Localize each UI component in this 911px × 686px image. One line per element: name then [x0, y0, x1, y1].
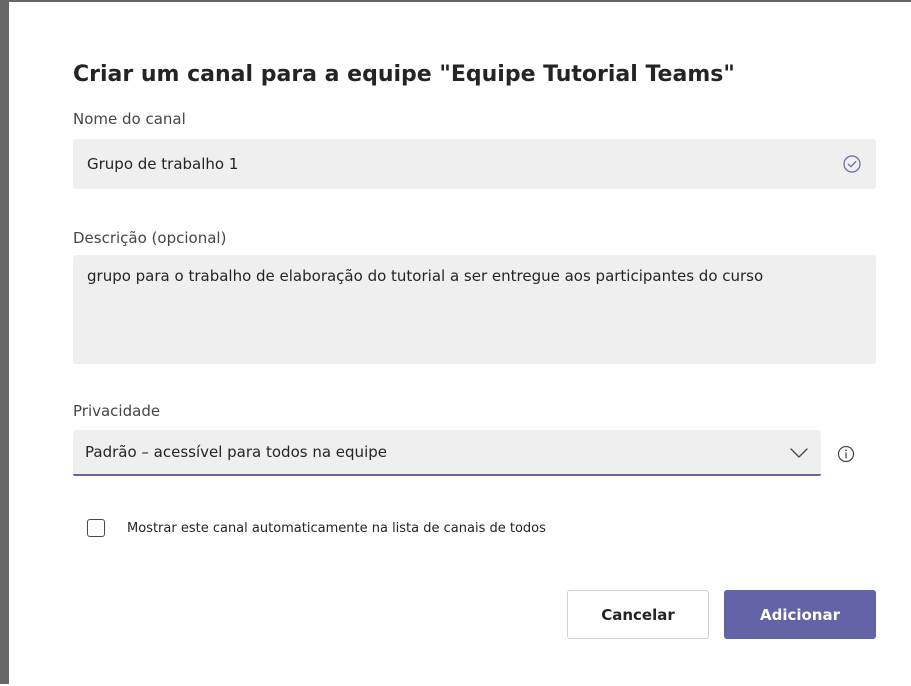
auto-show-label: Mostrar este canal automaticamente na li… — [127, 520, 546, 536]
channel-name-label: Nome do canal — [73, 110, 186, 128]
auto-show-option[interactable]: Mostrar este canal automaticamente na li… — [87, 519, 546, 537]
info-icon[interactable] — [837, 445, 855, 463]
privacy-selected-value: Padrão – acessível para todos na equipe — [85, 443, 387, 461]
create-channel-dialog: Criar um canal para a equipe "Equipe Tut… — [18, 4, 911, 686]
privacy-label: Privacidade — [73, 402, 161, 420]
cancel-button[interactable]: Cancelar — [567, 590, 709, 639]
add-button[interactable]: Adicionar — [724, 590, 876, 639]
channel-name-value: Grupo de trabalho 1 — [87, 155, 239, 173]
description-textarea[interactable]: grupo para o trabalho de elaboração do t… — [73, 255, 876, 364]
dialog-title: Criar um canal para a equipe "Equipe Tut… — [73, 62, 735, 87]
privacy-dropdown[interactable]: Padrão – acessível para todos na equipe — [73, 430, 821, 476]
channel-name-input[interactable]: Grupo de trabalho 1 — [73, 139, 876, 189]
window-frame: Criar um canal para a equipe "Equipe Tut… — [0, 0, 911, 684]
chevron-down-icon — [789, 443, 809, 463]
check-circle-icon — [842, 154, 862, 174]
description-label: Descrição (opcional) — [73, 229, 227, 247]
description-value: grupo para o trabalho de elaboração do t… — [87, 267, 764, 285]
auto-show-checkbox[interactable] — [87, 519, 105, 537]
